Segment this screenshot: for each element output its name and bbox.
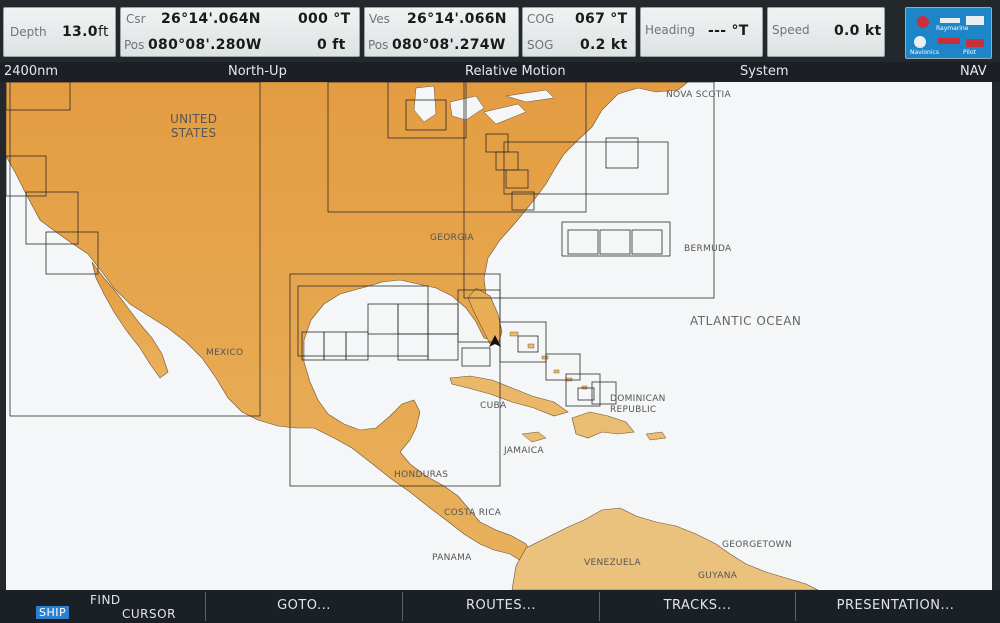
routes-softkey[interactable]: ROUTES... [402, 592, 599, 621]
tracks-label: TRACKS... [663, 598, 732, 613]
nav-indicator: NAV [960, 64, 987, 79]
find-label: FIND [90, 593, 121, 607]
motion-mode[interactable]: Relative Motion [465, 64, 566, 79]
orientation-mode[interactable]: North-Up [228, 64, 287, 79]
label-panama: PANAMA [432, 553, 472, 563]
find-cursor-softkey[interactable]: SHIP FIND CURSOR [12, 592, 205, 621]
label-guyana: GUYANA [698, 571, 738, 581]
logo-text-2: Navionics [910, 49, 939, 56]
cuba-island [449, 375, 569, 417]
depth-label: Depth [10, 25, 47, 39]
cursor-range: 0 ft [317, 37, 346, 53]
speed-box[interactable]: Speed 0.0 kt [767, 7, 885, 57]
vessel-longitude: 080°08'.274W [392, 37, 506, 53]
label-nova-scotia: NOVA SCOTIA [666, 90, 731, 100]
vessel-position-box[interactable]: Ves 26°14'.066N Pos 080°08'.274W [364, 7, 519, 57]
depth-box[interactable]: Depth 13.0 ft [3, 7, 116, 57]
label-dominican-republic: DOMINICAN REPUBLIC [610, 394, 666, 415]
presentation-label: PRESENTATION... [836, 598, 955, 613]
logo-text-1: Raymarine [936, 25, 969, 32]
cog-value: 067 °T [575, 11, 628, 27]
puerto-rico-island [645, 431, 667, 441]
label-cuba: CUBA [480, 401, 507, 411]
vessel-pos-label: Pos [368, 38, 389, 52]
cog-sog-box[interactable]: COG 067 °T SOG 0.2 kt [522, 7, 636, 57]
vessel-marker-icon[interactable] [488, 334, 502, 348]
softkey-bar: SHIP FIND CURSOR GOTO... ROUTES... TRACK… [0, 590, 1000, 623]
ship-option[interactable]: SHIP [36, 606, 70, 619]
depth-unit: ft [98, 24, 109, 40]
logo-text-3: Pilot [963, 49, 976, 56]
system-mode: System [740, 64, 789, 79]
sog-label: SOG [527, 38, 554, 52]
cursor-bearing: 000 °T [298, 11, 351, 27]
cursor-label: Csr [126, 12, 146, 26]
brand-logo: Raymarine Navionics Pilot [905, 7, 992, 59]
label-bermuda: BERMUDA [684, 244, 732, 254]
chart-scale: 2400nm [4, 64, 58, 79]
cog-label: COG [527, 12, 555, 26]
label-venezuela: VENEZUELA [584, 558, 641, 568]
label-atlantic-ocean: ATLANTIC OCEAN [690, 314, 802, 328]
speed-label: Speed [772, 23, 810, 37]
routes-label: ROUTES... [465, 598, 537, 613]
label-united-states: UNITED STATES [170, 112, 218, 140]
label-georgia: GEORGIA [430, 233, 474, 243]
goto-softkey[interactable]: GOTO... [205, 592, 402, 621]
label-costa-rica: COSTA RICA [444, 508, 502, 518]
heading-value: --- °T [708, 23, 749, 39]
cursor-longitude: 080°08'.280W [148, 37, 262, 53]
heading-label: Heading [645, 23, 695, 37]
label-mexico: MEXICO [206, 348, 244, 358]
tracks-softkey[interactable]: TRACKS... [599, 592, 795, 621]
goto-label: GOTO... [277, 598, 331, 613]
vessel-label: Ves [369, 12, 390, 26]
speed-value: 0.0 kt [834, 23, 882, 39]
cursor-option: CURSOR [122, 607, 176, 621]
bahamas-islands [509, 331, 588, 390]
depth-value: 13.0 [62, 24, 98, 40]
sog-value: 0.2 kt [580, 37, 628, 53]
cursor-latitude: 26°14'.064N [161, 11, 261, 27]
label-honduras: HONDURAS [394, 470, 449, 480]
label-jamaica: JAMAICA [504, 446, 544, 456]
jamaica-island [521, 431, 547, 443]
cursor-position-box[interactable]: Csr 26°14'.064N 000 °T Pos 080°08'.280W … [120, 7, 360, 57]
presentation-softkey[interactable]: PRESENTATION... [795, 592, 995, 621]
chart-area[interactable]: UNITED STATES MEXICO GEORGIA NOVA SCOTIA… [6, 82, 992, 590]
cursor-pos-label: Pos [124, 38, 145, 52]
vessel-latitude: 26°14'.066N [407, 11, 507, 27]
label-georgetown: GEORGETOWN [722, 540, 792, 550]
heading-box[interactable]: Heading --- °T [640, 7, 763, 57]
status-bar: 2400nm North-Up Relative Motion System N… [0, 62, 1000, 82]
